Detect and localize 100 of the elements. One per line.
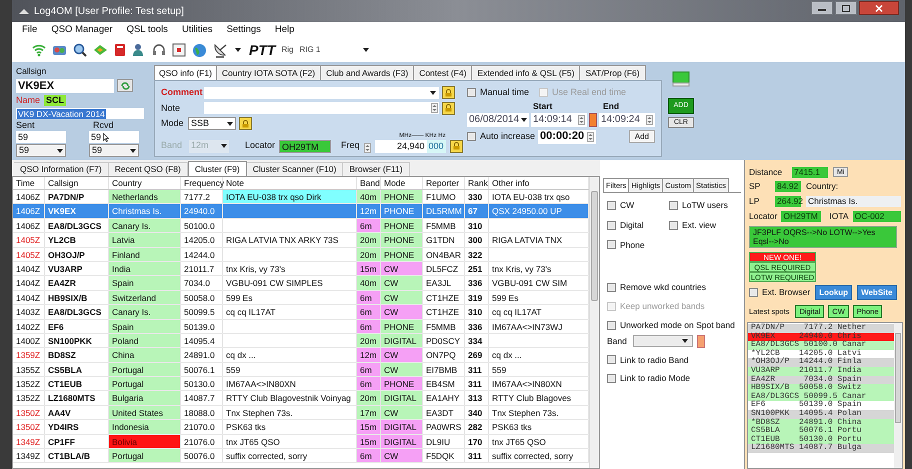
spinner-icon[interactable] bbox=[364, 142, 371, 152]
table-row[interactable]: 1404Z EA4ZR Spain 7034.0 VGBU-091 CW SIMPLES 40m CW EA3JL 336 VGBU-091 CW SIM bbox=[13, 276, 589, 291]
screen-icon[interactable] bbox=[672, 71, 690, 87]
scrollbar-thumb[interactable] bbox=[895, 333, 901, 423]
spot-row[interactable]: LZ1680MTS 14087.7 Bulga bbox=[748, 444, 894, 453]
menu-item[interactable]: QSO Manager bbox=[51, 22, 113, 38]
table-row[interactable]: 1404Z HB9SIX/B Switzerland 50058.0 599 Es 6m CW CT1HZE 319 599 Es bbox=[13, 290, 589, 306]
tab[interactable]: Country IOTA SOTA (F2) bbox=[216, 65, 322, 80]
table-row[interactable]: 1352Z CT1EUB Portugal 50130.0 IM67AA<>IN80XN 6m PHONE EB4SM 311 IM67AA<>IN80XN bbox=[13, 377, 589, 392]
spot-row[interactable]: *OH3OJ/P 14244.0 Finla bbox=[748, 358, 894, 367]
band-dropdown[interactable] bbox=[633, 335, 693, 347]
checkbox[interactable] bbox=[607, 200, 616, 210]
color-button[interactable] bbox=[697, 334, 705, 348]
table-row[interactable]: 1350Z YD4IRS Indonesia 21070.0 PSK63 tks 15m DIGITAL PA0WRS 282 PSK63 tks bbox=[13, 420, 589, 435]
web-button[interactable]: WebSite bbox=[857, 285, 896, 300]
column-header[interactable]: Note bbox=[223, 177, 357, 189]
callsign-field[interactable]: VK9EX bbox=[16, 78, 114, 93]
table-row[interactable]: 1404Z VU3ARP India 21011.7 tnx Kris, vy 73's 15m CW DL5FCZ 251 tnx Kris, vy 73's bbox=[13, 262, 589, 276]
table-row[interactable]: 1355Z CS5BLA Portugal 50076.1 559 6m CW EI7BMB 311 559 bbox=[13, 362, 589, 378]
tab[interactable]: Extended info & QSL (F5) bbox=[472, 65, 580, 80]
checkbox[interactable] bbox=[467, 132, 476, 141]
color-button[interactable] bbox=[589, 112, 597, 126]
rcvd-field[interactable]: 59 bbox=[89, 131, 139, 144]
lock-button[interactable] bbox=[442, 86, 455, 100]
network-icon[interactable] bbox=[52, 43, 67, 57]
table-row[interactable]: 1349Z CP1FF Bolivia 21076.0 tnx JT65 QSO 15m DIGITAL DL9IU 170 tnx JT65 QSO bbox=[13, 434, 589, 450]
date-picker[interactable]: 06/08/2014 bbox=[467, 112, 529, 126]
spinner-icon[interactable] bbox=[431, 103, 438, 114]
increment-field[interactable]: 00:00:20 bbox=[538, 130, 596, 144]
lock-button[interactable] bbox=[442, 102, 455, 115]
person-icon[interactable] bbox=[132, 43, 146, 57]
spot-row[interactable]: VU3ARP 21011.7 India bbox=[748, 366, 894, 376]
menu-item[interactable]: Utilities bbox=[182, 22, 213, 38]
report-dropdown[interactable]: 59 bbox=[16, 144, 66, 158]
menu-item[interactable]: QSL tools bbox=[126, 22, 168, 38]
window-icon[interactable] bbox=[172, 43, 186, 57]
maximize-button[interactable] bbox=[835, 1, 857, 15]
column-header[interactable]: Frequency bbox=[181, 177, 223, 189]
comment-field[interactable]: VK9 DX-Vacation 2014 bbox=[16, 108, 144, 120]
spinner-icon[interactable] bbox=[646, 114, 653, 124]
tab[interactable]: SAT/Prop (F6) bbox=[580, 65, 646, 80]
table-row[interactable]: 1405Z YL2CB Latvia 14205.0 RIGA LATVIA TNX ARKY 73S 20m PHONE G1TDN 300 RIGA LATVIA TNX bbox=[13, 233, 589, 248]
table-row[interactable]: 1350Z AA4V United States 18088.0 Tnx Stephen 73s. 17m CW EA3DT 340 Tnx Stephen 73s. bbox=[13, 406, 589, 420]
table-row[interactable]: 1359Z BD8SZ China 24891.0 cq dx ... 12m CW ON7PQ 269 cq dx ... bbox=[13, 348, 589, 363]
report-dropdown[interactable]: 59 bbox=[89, 144, 139, 158]
add-button[interactable]: Add bbox=[628, 130, 655, 143]
scrollbar[interactable] bbox=[589, 177, 599, 468]
diamond-icon[interactable] bbox=[93, 43, 108, 57]
checkbox[interactable] bbox=[607, 374, 616, 384]
checkbox[interactable] bbox=[669, 220, 678, 230]
spot-row[interactable]: EA8/DL3GCS 50099.5 Canar bbox=[748, 392, 894, 402]
column-header[interactable]: Rank bbox=[465, 177, 489, 189]
spot-row[interactable]: PA7DN/P 7177.2 Nether bbox=[748, 324, 894, 333]
lock-button[interactable] bbox=[450, 140, 463, 152]
mode-dropdown[interactable]: SSB bbox=[188, 117, 236, 130]
locator-field[interactable]: OH29TM bbox=[279, 140, 332, 152]
checkbox[interactable] bbox=[607, 283, 616, 292]
tab[interactable]: QSO info (F1) bbox=[154, 65, 217, 80]
column-header[interactable]: Mode bbox=[381, 177, 423, 189]
name-field[interactable]: SCL bbox=[44, 95, 66, 106]
table-row[interactable]: 1406Z EA8/DL3GCS Canary Is. 50100.0 6m PHONE F5MMB 310 bbox=[13, 218, 589, 234]
spot-row[interactable]: EA4ZR 7034.0 Spain bbox=[748, 376, 894, 384]
tab[interactable]: Cluster (F9) bbox=[188, 161, 247, 176]
spot-row[interactable]: EA8/DL3GCS 50100.0 Canar bbox=[748, 341, 894, 350]
start-time-field[interactable]: 14:09:14 bbox=[531, 112, 587, 126]
refresh-button[interactable] bbox=[117, 79, 133, 92]
menu-item[interactable]: Help bbox=[274, 22, 294, 38]
end-time-field[interactable]: 14:09:24 bbox=[599, 112, 655, 126]
web-button[interactable]: Lookup bbox=[815, 285, 852, 300]
checkbox[interactable] bbox=[749, 288, 758, 297]
spinner-icon[interactable] bbox=[587, 132, 594, 142]
hz-field[interactable]: 000 bbox=[426, 140, 446, 152]
scrollbar-thumb[interactable] bbox=[591, 191, 598, 301]
checkbox[interactable] bbox=[669, 200, 678, 210]
spot-row[interactable]: CT1EUB 50130.0 Portu bbox=[748, 436, 894, 444]
sent-field[interactable]: 59 bbox=[16, 131, 66, 144]
checkbox[interactable] bbox=[607, 240, 616, 250]
column-header[interactable]: Country bbox=[109, 177, 181, 189]
table-row[interactable]: 1400Z SN100PKK Poland 14095.4 20m DIGITAL PD0SCY 334 bbox=[13, 334, 589, 348]
checkbox[interactable] bbox=[607, 320, 616, 330]
column-header[interactable]: Time bbox=[13, 177, 45, 189]
spot-row[interactable]: *BD8SZ 24891.0 China bbox=[748, 418, 894, 428]
table-row[interactable]: 1402Z EF6 Spain 50139.0 6m PHONE F5MMB 336 IM67AA<>IN73WJ bbox=[13, 320, 589, 334]
menu-item[interactable]: File bbox=[22, 22, 38, 38]
tab[interactable]: Club and Awards (F3) bbox=[321, 65, 414, 80]
close-button[interactable] bbox=[859, 1, 899, 15]
rig-dropdown[interactable]: RIG 1 bbox=[299, 44, 370, 56]
book-icon[interactable] bbox=[114, 43, 126, 57]
frequency-field[interactable]: 24,940 bbox=[374, 140, 427, 152]
column-header[interactable]: Reporter bbox=[423, 177, 465, 189]
spot-row[interactable]: CS5BLA 50076.1 Portu bbox=[748, 427, 894, 436]
checkbox[interactable] bbox=[607, 220, 616, 230]
lock-button[interactable] bbox=[239, 117, 252, 130]
table-row[interactable]: 1405Z OH3OJ/P Finland 14244.0 20m PHONE ON4BAR 322 bbox=[13, 248, 589, 262]
table-row[interactable]: 1403Z EA8/DL3GCS Canary Is. 50099.5 cq cq IL17AT 6m CW CT1HZE 310 cq cq IL17AT bbox=[13, 305, 589, 320]
globe-icon[interactable] bbox=[192, 42, 207, 58]
minimize-button[interactable] bbox=[811, 1, 833, 15]
checkbox[interactable] bbox=[467, 88, 476, 98]
table-row[interactable]: 1352Z LZ1680MTS Bulgaria 14087.7 RTTY Club Blagovestnik Voinyag 20m DIGITAL EA1AHY 313 RTTY Club Blagoves bbox=[13, 391, 589, 406]
spot-row[interactable]: SN100PKK 14095.4 Polan bbox=[748, 410, 894, 419]
